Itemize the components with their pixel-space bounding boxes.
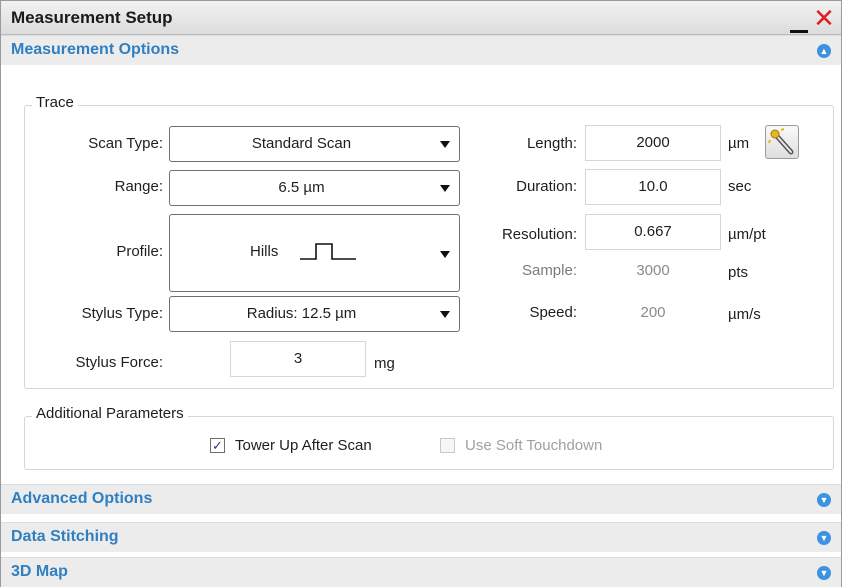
range-select[interactable]: 6.5 µm [169, 170, 460, 206]
scan-type-value: Standard Scan [251, 135, 352, 152]
resolution-label: Resolution: [501, 226, 577, 243]
speed-unit: µm/s [728, 306, 761, 323]
dropdown-arrow-icon [440, 141, 450, 148]
tower-up-label: Tower Up After Scan [235, 437, 372, 454]
expand-down-icon[interactable]: ▼ [817, 531, 831, 545]
title-bar: Measurement Setup ✕ [1, 1, 841, 35]
sample-label: Sample: [521, 262, 577, 279]
dropdown-arrow-icon [440, 311, 450, 318]
duration-input[interactable]: 10.0 [585, 169, 721, 205]
section-3d-map[interactable]: 3D Map ▼ [1, 557, 841, 587]
collapse-up-icon[interactable]: ▲ [817, 44, 831, 58]
range-value: 6.5 µm [278, 179, 325, 196]
calculate-wand-button[interactable] [765, 125, 799, 159]
additional-parameters-group [24, 416, 834, 470]
stylus-force-label: Stylus Force: [75, 354, 163, 371]
window-title: Measurement Setup [11, 8, 173, 27]
scan-type-select[interactable]: Standard Scan [169, 126, 460, 162]
length-label: Length: [526, 135, 577, 152]
profile-select[interactable]: Hills [169, 214, 460, 292]
speed-value: 200 [640, 304, 666, 321]
stylus-type-label: Stylus Type: [81, 305, 163, 322]
additional-parameters-legend: Additional Parameters [32, 405, 188, 422]
resolution-unit: µm/pt [728, 226, 766, 243]
section-data-stitching[interactable]: Data Stitching ▼ [1, 522, 841, 552]
expand-down-icon[interactable]: ▼ [817, 493, 831, 507]
dropdown-arrow-icon [440, 251, 450, 258]
dropdown-arrow-icon [440, 185, 450, 192]
stylus-force-input[interactable]: 3 [230, 341, 366, 377]
sample-value: 3000 [636, 262, 670, 279]
section-title: Advanced Options [11, 490, 153, 507]
soft-touchdown-checkbox[interactable] [440, 438, 455, 453]
hills-profile-icon [300, 243, 356, 260]
expand-down-icon[interactable]: ▼ [817, 566, 831, 580]
duration-label: Duration: [516, 178, 577, 195]
length-input[interactable]: 2000 [585, 125, 721, 161]
trace-legend: Trace [32, 94, 78, 111]
measurement-setup-window: Measurement Setup ✕ Measurement Options … [0, 0, 842, 587]
stylus-type-value: Radius: 12.5 µm [246, 305, 357, 322]
section-measurement-options[interactable]: Measurement Options ▲ [1, 35, 841, 65]
stylus-type-select[interactable]: Radius: 12.5 µm [169, 296, 460, 332]
duration-unit: sec [728, 178, 752, 195]
soft-touchdown-label: Use Soft Touchdown [465, 437, 603, 454]
sample-unit: pts [728, 264, 749, 281]
scan-type-label: Scan Type: [88, 135, 163, 152]
section-title: Data Stitching [11, 528, 119, 545]
section-title: 3D Map [11, 563, 68, 580]
resolution-input[interactable]: 0.667 [585, 214, 721, 250]
magic-wand-icon [768, 128, 794, 155]
section-advanced-options[interactable]: Advanced Options ▼ [1, 484, 841, 514]
range-label: Range: [114, 178, 163, 195]
length-unit: µm [728, 135, 750, 152]
profile-label: Profile: [116, 243, 163, 260]
tower-up-checkbox[interactable]: ✓ [210, 438, 225, 453]
section-title: Measurement Options [11, 41, 180, 58]
minimize-icon [790, 30, 808, 33]
close-icon[interactable]: ✕ [812, 4, 836, 32]
stylus-force-unit: mg [374, 355, 395, 372]
speed-label: Speed: [529, 304, 577, 321]
